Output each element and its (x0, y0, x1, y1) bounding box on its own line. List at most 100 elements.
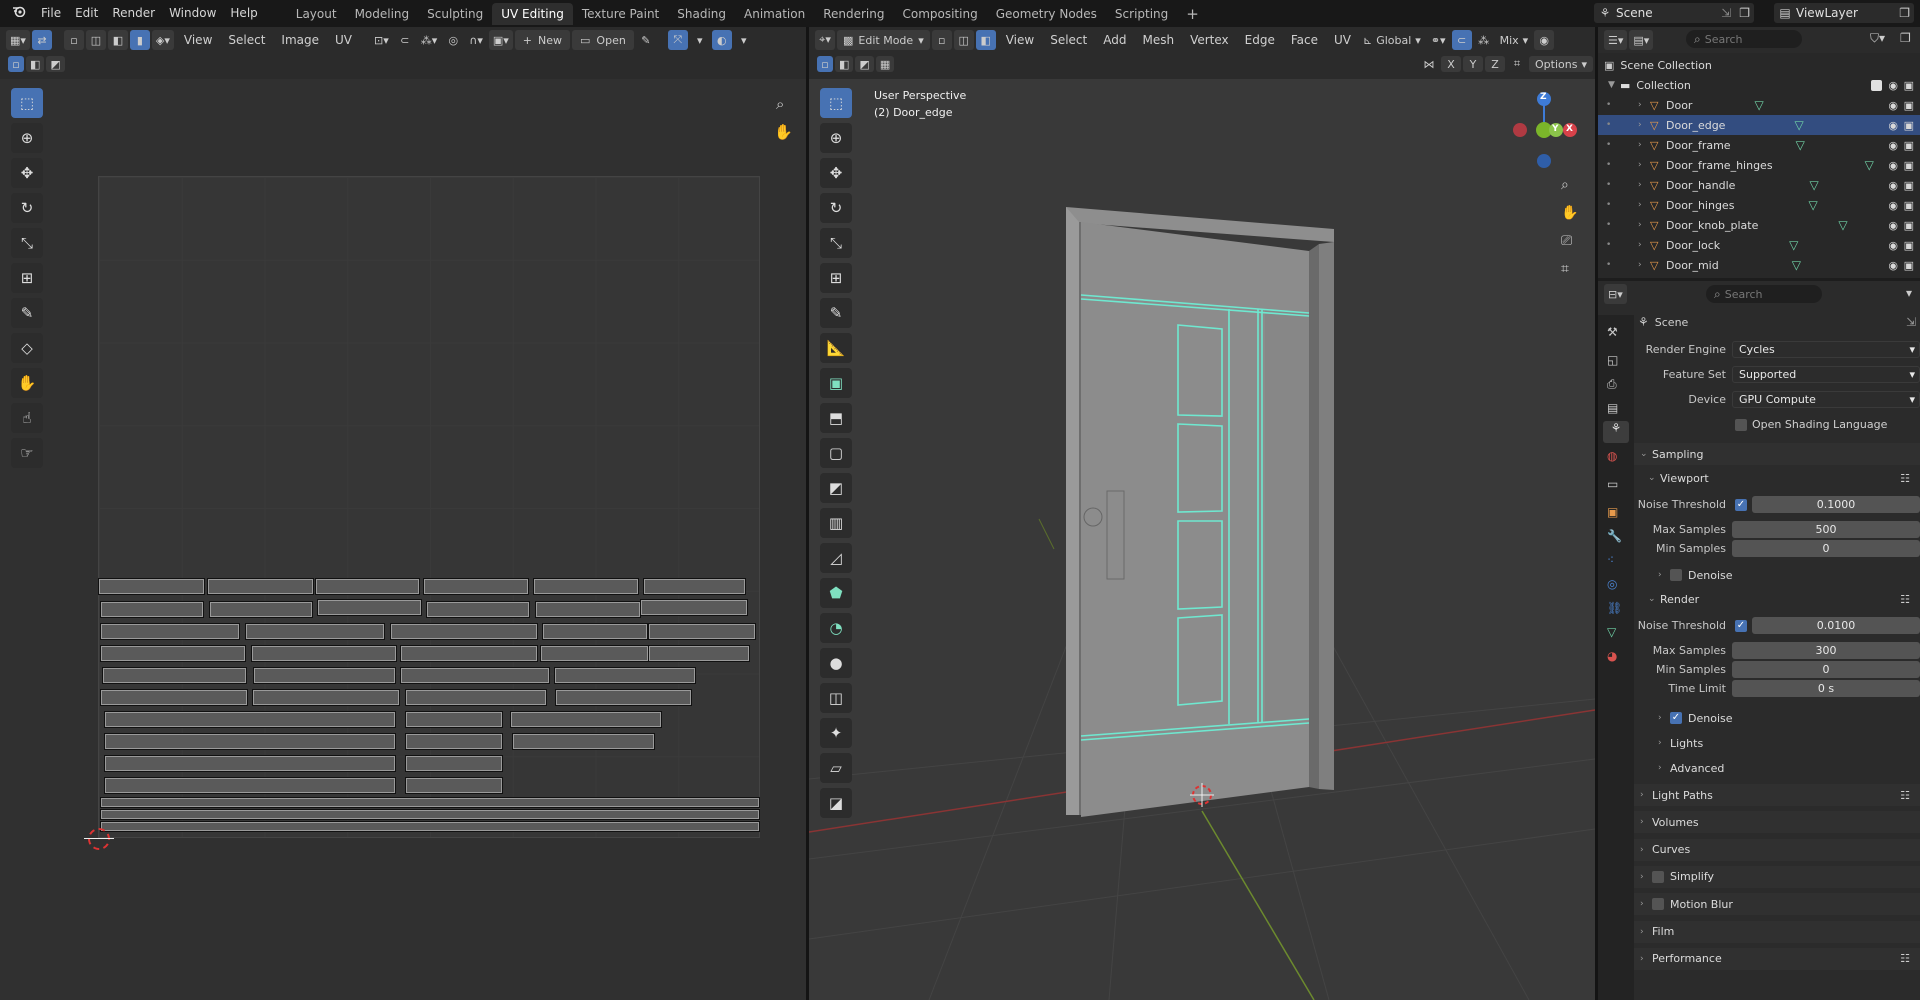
mesh-data-icon[interactable]: ▽ (1789, 238, 1798, 252)
perspective-toggle-icon[interactable]: ⌗ (1561, 261, 1587, 289)
osl-checkbox[interactable] (1735, 419, 1747, 431)
select-mode-extend-icon[interactable]: ◧ (26, 56, 45, 72)
advanced-subpanel[interactable]: › Advanced (1658, 757, 1920, 779)
mesh-data-icon[interactable]: ▽ (1794, 118, 1803, 132)
chevron-down-icon[interactable]: ▼ (1608, 80, 1620, 90)
copy-scene-icon[interactable]: ❐ (1739, 6, 1750, 20)
vp-max-field[interactable]: 500 (1732, 521, 1920, 538)
chevron-right-icon[interactable]: › (1638, 200, 1650, 210)
extrude-tool-icon[interactable]: ⬒ (820, 403, 852, 433)
bevel-tool-icon[interactable]: ◩ (820, 473, 852, 503)
tab-rendering[interactable]: Rendering (814, 3, 893, 25)
sync-selection-icon[interactable]: ⇄ (31, 30, 52, 50)
options-dropdown[interactable]: Options ▾ (1529, 56, 1593, 72)
uv-island[interactable] (253, 667, 396, 684)
tab-geometry-nodes[interactable]: Geometry Nodes (987, 3, 1106, 25)
outliner-item-door-lock[interactable]: • › ▽ Door_lock ▽ ◉ ▣ (1598, 235, 1920, 255)
checkbox-icon[interactable] (1871, 79, 1882, 91)
vp-select-subtract-icon[interactable]: ◩ (855, 56, 874, 72)
scale-tool-icon[interactable]: ⤡ (11, 228, 43, 258)
eye-icon[interactable]: ◉ (1888, 119, 1898, 132)
uv-island[interactable] (400, 667, 550, 684)
annotate-tool-icon[interactable]: ✎ (11, 298, 43, 328)
tab-shading[interactable]: Shading (668, 3, 735, 25)
properties-type-icon[interactable]: ⊟▾ (1604, 284, 1627, 304)
outliner-item-door-hinges[interactable]: • › ▽ Door_hinges ▽ ◉ ▣ (1598, 195, 1920, 215)
render-subpanel-header[interactable]: ⌄ Render ☷ (1648, 588, 1920, 610)
world-tab-icon[interactable]: ◍ (1607, 449, 1617, 463)
uv-island[interactable] (405, 755, 503, 772)
tab-modeling[interactable]: Modeling (346, 3, 419, 25)
data-tab-icon[interactable]: ▽ (1607, 625, 1616, 639)
vp-select-new-icon[interactable]: ▫ (817, 56, 833, 72)
uv-gizmo-icon[interactable]: ⤧ (667, 30, 688, 50)
uv-island[interactable] (423, 578, 529, 595)
viewport-subpanel-header[interactable]: ⌄ Viewport ☷ (1648, 467, 1920, 489)
panel-volumes[interactable]: › Volumes (1634, 811, 1920, 834)
uv-canvas[interactable] (0, 79, 806, 1000)
pan-hand-icon[interactable]: ✋ (1561, 205, 1587, 233)
uv-island[interactable] (209, 601, 313, 618)
select-mode-new-icon[interactable]: ▫ (8, 56, 24, 72)
display-mode-icon[interactable]: ▤▾ (1629, 30, 1654, 50)
add-cube-tool-icon[interactable]: ▣ (820, 368, 852, 398)
snap-toggle-icon[interactable]: ⊂ (1451, 30, 1472, 50)
outliner-item-door-handle[interactable]: • › ▽ Door_handle ▽ ◉ ▣ (1598, 175, 1920, 195)
properties-search-input[interactable]: ⌕ Search (1706, 285, 1822, 303)
uv-island[interactable] (405, 711, 503, 728)
mesh-data-icon[interactable]: ▽ (1865, 158, 1874, 172)
r-noise-checkbox[interactable]: ✓ (1735, 620, 1747, 632)
scene-selector[interactable]: ⚘ Scene ⇲ ❐ (1594, 3, 1754, 23)
panel-performance[interactable]: › Performance ☷ (1634, 947, 1920, 970)
panel-motion-blur[interactable]: › Motion Blur (1634, 893, 1920, 916)
eye-icon[interactable]: ◉ (1888, 219, 1898, 232)
eye-icon[interactable]: ◉ (1888, 199, 1898, 212)
pinch-tool-icon[interactable]: ☞ (11, 438, 43, 468)
proportional-edit-icon[interactable]: ◉ (1534, 30, 1555, 50)
zoom-icon[interactable]: ⌕ (776, 95, 784, 113)
uv-menu-image[interactable]: Image (273, 33, 327, 47)
mesh-data-icon[interactable]: ▽ (1796, 138, 1805, 152)
pin-icon[interactable]: ⇲ (1906, 315, 1916, 329)
copy-view-layer-icon[interactable]: ❐ (1899, 6, 1910, 20)
vp-select-intersect-icon[interactable]: ▦ (875, 56, 895, 72)
camera-icon[interactable]: ▣ (1904, 99, 1914, 112)
outliner-collection[interactable]: ▼ ▬ Collection ◉ ▣ (1608, 75, 1920, 95)
2d-cursor-icon[interactable] (88, 828, 110, 850)
pin-image-icon[interactable]: ✎ (636, 30, 656, 50)
camera-icon[interactable]: ▣ (1904, 179, 1914, 192)
uv-island[interactable] (104, 733, 396, 750)
r-time-field[interactable]: 0 s (1732, 680, 1920, 697)
outliner-item-door-edge[interactable]: • › ▽ Door_edge ▽ ◉ ▣ (1598, 115, 1920, 135)
vp-menu-uv[interactable]: UV (1326, 33, 1359, 47)
r-min-field[interactable]: 0 (1732, 661, 1920, 678)
vp-menu-mesh[interactable]: Mesh (1134, 33, 1182, 47)
list-icon[interactable]: ☷ (1900, 789, 1910, 802)
mode-dropdown[interactable]: ▩ Edit Mode ▾ (837, 30, 930, 50)
vp-menu-edge[interactable]: Edge (1237, 33, 1283, 47)
uv-island[interactable] (252, 689, 400, 706)
sticky-select-icon[interactable]: ◈▾ (151, 30, 174, 50)
uv-island[interactable] (104, 711, 396, 728)
r-max-field[interactable]: 300 (1732, 642, 1920, 659)
chevron-right-icon[interactable]: › (1638, 220, 1650, 230)
uv-island[interactable] (100, 821, 760, 832)
blender-logo-icon[interactable] (0, 0, 34, 27)
camera-icon[interactable]: ▣ (1904, 219, 1914, 232)
uv-island[interactable] (100, 797, 760, 808)
zoom-icon[interactable]: ⌕ (1561, 177, 1587, 205)
uv-island[interactable] (100, 623, 240, 640)
vp-cursor-tool-icon[interactable]: ⊕ (820, 123, 852, 153)
chevron-right-icon[interactable]: › (1638, 140, 1650, 150)
camera-icon[interactable]: ▣ (1904, 259, 1914, 272)
menu-help[interactable]: Help (223, 0, 264, 27)
open-image-button[interactable]: ▭ Open (572, 30, 634, 50)
vp-menu-view[interactable]: View (998, 33, 1042, 47)
rotate-tool-icon[interactable]: ↻ (11, 193, 43, 223)
eye-icon[interactable]: ◉ (1888, 159, 1898, 172)
eye-icon[interactable]: ◉ (1888, 259, 1898, 272)
uv-menu-uv[interactable]: UV (327, 33, 360, 47)
chevron-right-icon[interactable]: › (1638, 260, 1650, 270)
uv-island[interactable] (512, 733, 655, 750)
particles-tab-icon[interactable]: ⁖ (1607, 553, 1614, 567)
